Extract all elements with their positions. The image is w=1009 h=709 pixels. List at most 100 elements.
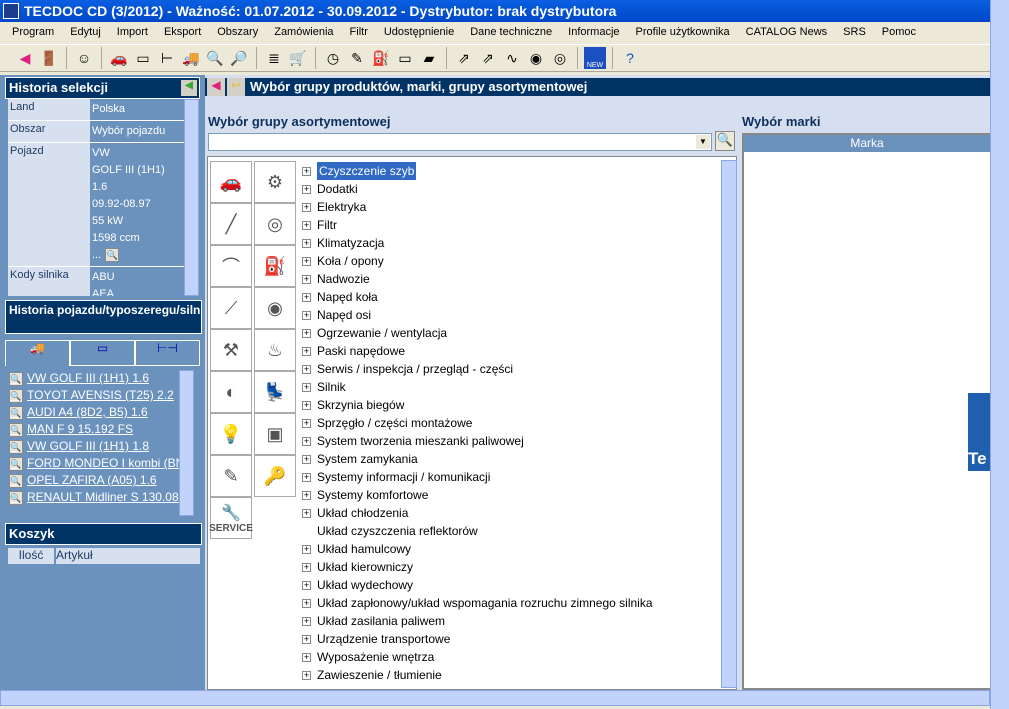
menu-item[interactable]: Program: [4, 26, 62, 38]
zoom-detail-icon[interactable]: 🔍: [105, 248, 120, 262]
cooling-icon[interactable]: ♨: [254, 329, 296, 371]
tree-item-label[interactable]: Układ czyszczenia reflektorów: [317, 522, 478, 540]
expand-icon[interactable]: +: [302, 202, 311, 212]
tree-item[interactable]: + Układ kierowniczy: [302, 558, 722, 576]
expand-icon[interactable]: +: [302, 670, 311, 680]
menu-item[interactable]: Dane techniczne: [462, 26, 560, 38]
axle-icon[interactable]: ⊢: [156, 47, 178, 69]
details-icon[interactable]: 🔍: [9, 388, 23, 403]
vehicle-history-item[interactable]: 🔍 FORD MONDEO I kombi (BNP) 1.8: [9, 455, 179, 472]
menu-item[interactable]: Obszary: [209, 26, 266, 38]
vehicle-history-scrollbar[interactable]: [179, 370, 194, 516]
vehicle-icon[interactable]: 🚗: [108, 47, 130, 69]
expand-icon[interactable]: +: [302, 436, 311, 446]
search-button[interactable]: 🔍: [715, 131, 735, 151]
engine-icon[interactable]: ▭: [132, 47, 154, 69]
expand-icon[interactable]: +: [302, 346, 311, 356]
brand-column-header[interactable]: Marka: [744, 135, 990, 152]
user-icon[interactable]: ☺: [73, 47, 95, 69]
expand-icon[interactable]: +: [302, 652, 311, 662]
expand-icon[interactable]: +: [302, 508, 311, 518]
vehicle-history-label[interactable]: MAN F 9 15.192 FS: [27, 421, 133, 438]
return-button[interactable]: ↩: [227, 78, 245, 96]
tree-item-label[interactable]: Układ wydechowy: [317, 576, 413, 594]
history-scrollbar[interactable]: [184, 99, 199, 296]
expand-icon[interactable]: +: [302, 616, 311, 626]
tree-item-label[interactable]: Układ zasilania paliwem: [317, 612, 445, 630]
tree-item-label[interactable]: Silnik: [317, 378, 346, 396]
menu-item[interactable]: Profile użytkownika: [628, 26, 738, 38]
chart-icon[interactable]: ∿: [501, 47, 523, 69]
details-icon[interactable]: 🔍: [9, 456, 23, 471]
window-vertical-scrollbar[interactable]: [990, 0, 1009, 709]
expand-icon[interactable]: +: [302, 256, 311, 266]
book-icon[interactable]: ▰: [418, 47, 440, 69]
lighting-icon[interactable]: 💡: [210, 413, 252, 455]
expand-icon[interactable]: +: [302, 310, 311, 320]
details-icon[interactable]: 🔍: [9, 439, 23, 454]
tree-item-label[interactable]: Napęd koła: [317, 288, 378, 306]
tree-item-label[interactable]: Napęd osi: [317, 306, 371, 324]
expand-icon[interactable]: +: [302, 364, 311, 374]
vehicle-history-item[interactable]: 🔍 OPEL ZAFIRA (A05) 1.6: [9, 472, 179, 489]
menu-item[interactable]: CATALOG News: [738, 26, 836, 38]
spark-plug-icon[interactable]: ✎: [346, 47, 368, 69]
cart-col-qty[interactable]: Ilość: [8, 548, 54, 564]
tree-item-label[interactable]: System zamykania: [317, 450, 418, 468]
exhaust-icon[interactable]: ⚒: [210, 329, 252, 371]
tree-item[interactable]: + Systemy komfortowe: [302, 486, 722, 504]
tree-item[interactable]: +Zawieszenie osi / prowadzenie kół / koł…: [302, 684, 722, 687]
expand-icon[interactable]: +: [302, 400, 311, 410]
oil-icon[interactable]: ⛽: [370, 47, 392, 69]
back-button[interactable]: ◀: [207, 78, 225, 96]
vehicle-history-label[interactable]: VW GOLF III (1H1) 1.6: [27, 370, 149, 387]
tree-item[interactable]: + Czyszczenie szyb: [302, 162, 722, 180]
tree-item[interactable]: + Ogrzewanie / wentylacja: [302, 324, 722, 342]
seat-icon[interactable]: 💺: [254, 371, 296, 413]
tab-axles[interactable]: ⊢⊣: [135, 340, 200, 366]
tree-item-label[interactable]: Klimatyzacja: [317, 234, 384, 252]
tree-item[interactable]: + Silnik: [302, 378, 722, 396]
details-icon[interactable]: 🔍: [9, 422, 23, 437]
tree-item[interactable]: + Elektryka: [302, 198, 722, 216]
expand-icon[interactable]: +: [302, 472, 311, 482]
tree-item[interactable]: + Koła / opony: [302, 252, 722, 270]
tree-item-label[interactable]: Serwis / inspekcja / przegląd - części: [317, 360, 513, 378]
collapse-icon[interactable]: ◀: [181, 80, 197, 96]
gauge-icon[interactable]: ▭: [394, 47, 416, 69]
vehicle-history-label[interactable]: TOYOT AVENSIS (T25) 2.2: [27, 387, 174, 404]
brakes-icon[interactable]: ◎: [254, 203, 296, 245]
tree-item-label[interactable]: Elektryka: [317, 198, 366, 216]
menu-item[interactable]: Filtr: [342, 26, 376, 38]
expand-icon[interactable]: +: [302, 238, 311, 248]
clock-icon[interactable]: ◷: [322, 47, 344, 69]
exit-icon[interactable]: 🚪: [38, 47, 60, 69]
body-icon[interactable]: 🚗: [210, 161, 252, 203]
tree-item[interactable]: + Sprzęgło / części montażowe: [302, 414, 722, 432]
spark-plug-icon[interactable]: ✎: [210, 455, 252, 497]
tab-vehicles[interactable]: 🚚: [5, 340, 70, 366]
tree-item[interactable]: + Układ wydechowy: [302, 576, 722, 594]
expand-icon[interactable]: +: [302, 184, 311, 194]
pistons-icon[interactable]: ⚙: [254, 161, 296, 203]
details-icon[interactable]: 🔍: [9, 371, 23, 386]
tree-item-label[interactable]: Systemy informacji / komunikacji: [317, 468, 490, 486]
expand-icon[interactable]: +: [302, 274, 311, 284]
tree-item-label[interactable]: Czyszczenie szyb: [317, 162, 417, 180]
vehicle-history-item[interactable]: 🔍 VW GOLF III (1H1) 1.8: [9, 438, 179, 455]
list-icon[interactable]: ≣: [263, 47, 285, 69]
menu-item[interactable]: Udostępnienie: [376, 26, 462, 38]
menu-item[interactable]: SRS: [835, 26, 874, 38]
details-icon[interactable]: 🔍: [9, 405, 23, 420]
vehicle-history-item[interactable]: 🔍 AUDI A4 (8D2, B5) 1.6: [9, 404, 179, 421]
wiper-icon[interactable]: ⌒: [210, 245, 252, 287]
tree-item-label[interactable]: Zawieszenie osi / prowadzenie kół / koła: [317, 684, 531, 687]
search-icon[interactable]: 🔍: [204, 47, 226, 69]
tree-item[interactable]: + System zamykania: [302, 450, 722, 468]
menu-item[interactable]: Edytuj: [62, 26, 109, 38]
transfer-icon[interactable]: ⇗: [453, 47, 475, 69]
tire-icon[interactable]: ◉: [525, 47, 547, 69]
tree-item[interactable]: + Wyposażenie wnętrza: [302, 648, 722, 666]
help-icon[interactable]: ?: [619, 47, 641, 69]
tree-item[interactable]: + Dodatki: [302, 180, 722, 198]
